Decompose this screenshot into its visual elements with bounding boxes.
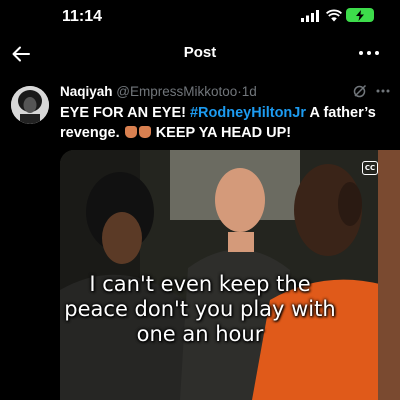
avatar-image bbox=[11, 86, 49, 124]
wifi-icon bbox=[326, 9, 342, 22]
raised-fist-emoji-icon bbox=[124, 126, 137, 138]
author-handle[interactable]: @EmpressMikkotoo bbox=[116, 84, 237, 99]
caption-line-1: I can't even keep the bbox=[89, 272, 311, 296]
tweet-video[interactable]: CC I can't even keep the peace don't you… bbox=[60, 150, 400, 400]
charging-bolt-icon bbox=[356, 9, 364, 21]
more-horizontal-icon[interactable] bbox=[358, 48, 380, 58]
cellular-signal-icon bbox=[301, 10, 319, 22]
hashtag-link[interactable]: #RodneyHiltonJr bbox=[190, 105, 306, 121]
tweet-text-end: KEEP YA HEAD UP! bbox=[151, 125, 292, 141]
tweet-timestamp: 1d bbox=[241, 84, 257, 99]
caption-line-2: peace don't you play with bbox=[64, 297, 336, 321]
caption-line-3: one an hour bbox=[136, 322, 264, 346]
tweet-text-start: EYE FOR AN EYE! bbox=[60, 105, 190, 121]
tweet-text: EYE FOR AN EYE! #RodneyHiltonJr A father… bbox=[60, 103, 390, 143]
avatar[interactable] bbox=[11, 86, 49, 124]
nav-bar: Post bbox=[0, 34, 400, 74]
author-name[interactable]: Naqiyah bbox=[60, 84, 113, 99]
tweet-header: Naqiyah @EmpressMikkotoo·1d bbox=[60, 84, 257, 100]
status-time: 11:14 bbox=[62, 8, 103, 25]
battery-icon bbox=[346, 8, 374, 22]
status-bar: 11:14 bbox=[0, 0, 400, 34]
page-title: Post bbox=[183, 44, 217, 61]
video-caption: I can't even keep the peace don't you pl… bbox=[60, 272, 340, 347]
closed-captions-button[interactable]: CC bbox=[362, 161, 378, 175]
tweet-more-icon[interactable] bbox=[376, 89, 390, 93]
raised-fist-emoji-icon bbox=[138, 126, 151, 138]
grok-icon[interactable] bbox=[353, 84, 367, 98]
